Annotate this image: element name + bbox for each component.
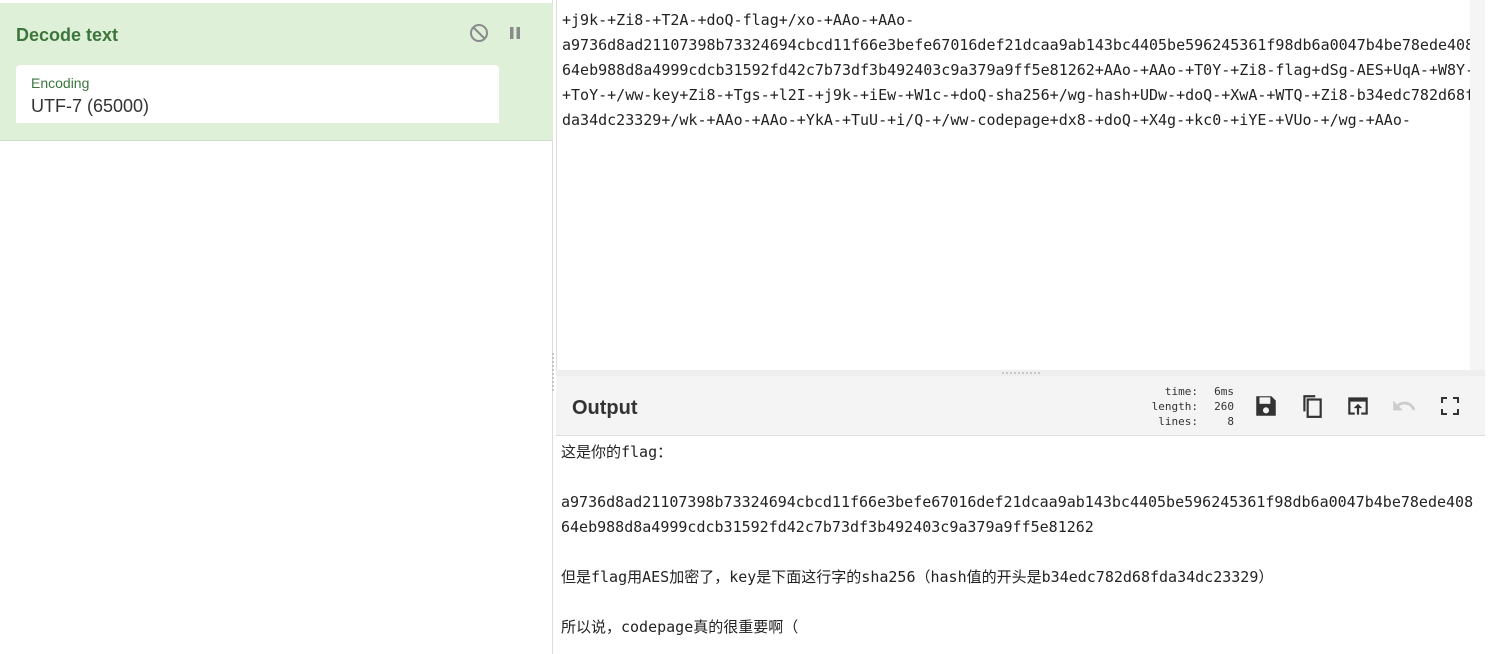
stat-length: length: 260 [1128,399,1234,414]
stat-length-label: length: [1151,400,1198,413]
disable-icon[interactable] [467,21,491,45]
stat-lines-value: 8 [1227,415,1234,428]
column-resize-handle[interactable] [551,352,555,392]
undo-icon[interactable] [1390,392,1418,420]
stat-time-label: time: [1164,385,1198,398]
output-panel: 这是你的flag： a9736d8ad21107398b73324694cbcd… [556,436,1485,654]
cyberchef-app: Decode text Encoding UTF-7 (65000) +j9k-… [0,0,1500,654]
operation-title: Decode text [16,25,119,45]
decode-text-operation[interactable]: Decode text Encoding UTF-7 (65000) [0,3,553,141]
resize-grip [1001,371,1041,375]
pause-icon[interactable] [503,21,527,45]
stat-time: time: 6ms [1128,384,1234,399]
save-icon[interactable] [1252,392,1280,420]
input-scrollbar[interactable] [1470,0,1485,370]
output-header: Output time: 6ms length: 260 lines: 8 [556,376,1485,436]
stat-lines-label: lines: [1158,415,1198,428]
output-stats: time: 6ms length: 260 lines: 8 [1128,384,1234,429]
operation-controls [467,21,527,45]
input-textarea[interactable]: +j9k-+Zi8-+T2A-+doQ-flag+/xo-+AAo-+AAo- … [562,8,1480,133]
output-textarea[interactable]: 这是你的flag： a9736d8ad21107398b73324694cbcd… [561,440,1479,640]
window-edge [1485,0,1500,654]
stat-time-value: 6ms [1214,385,1234,398]
encoding-label: Encoding [31,75,90,91]
copy-icon[interactable] [1298,392,1326,420]
recipe-panel: Decode text Encoding UTF-7 (65000) [0,0,553,654]
output-title: Output [572,397,638,419]
encoding-value: UTF-7 (65000) [31,96,150,116]
output-toolbar [1252,392,1464,420]
input-panel: +j9k-+Zi8-+T2A-+doQ-flag+/xo-+AAo-+AAo- … [556,0,1485,370]
encoding-select[interactable]: Encoding UTF-7 (65000) [16,65,499,123]
maximise-icon[interactable] [1436,392,1464,420]
stat-lines: lines: 8 [1128,414,1234,429]
replace-input-icon[interactable] [1344,392,1372,420]
stat-length-value: 260 [1214,400,1234,413]
